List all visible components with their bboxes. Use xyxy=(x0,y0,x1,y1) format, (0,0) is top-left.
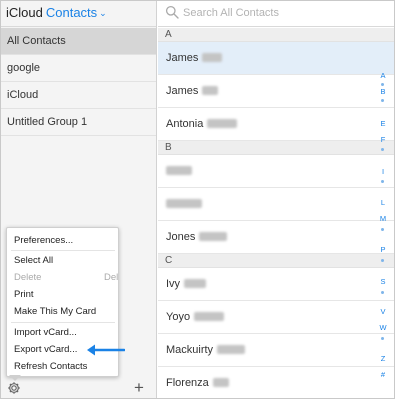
index-dot[interactable] xyxy=(381,148,384,151)
redacted-surname xyxy=(202,85,219,95)
contact-first-name: James xyxy=(166,85,199,97)
contact-row[interactable]: Mackuirty xyxy=(158,334,394,367)
sidebar-footer xyxy=(1,378,156,398)
index-dot[interactable] xyxy=(381,291,384,294)
index-letter-v[interactable]: V xyxy=(376,307,390,316)
menu-delete[interactable]: Delete Del xyxy=(14,271,118,284)
index-letter-f[interactable]: F xyxy=(376,135,390,144)
index-dot[interactable] xyxy=(381,83,384,86)
redacted-surname xyxy=(202,52,223,62)
contact-row[interactable]: Yoyo xyxy=(158,301,394,334)
redacted-surname xyxy=(217,344,246,354)
search-bar xyxy=(158,1,394,27)
redacted-surname xyxy=(194,311,225,321)
menu-divider xyxy=(11,322,115,323)
menu-preferences[interactable]: Preferences... xyxy=(14,234,73,247)
contact-row[interactable]: Florenza xyxy=(158,367,394,398)
contact-row[interactable]: James xyxy=(158,75,394,108)
menu-delete-shortcut: Del xyxy=(104,272,119,283)
contact-first-name: Florenza xyxy=(166,377,209,389)
index-letter-i[interactable]: I xyxy=(376,167,390,176)
contacts-label: Contacts xyxy=(45,5,98,20)
index-letter-m[interactable]: M xyxy=(376,214,390,223)
contact-row[interactable]: James xyxy=(158,42,394,75)
redacted-surname xyxy=(199,231,228,241)
menu-make-my-card[interactable]: Make This My Card xyxy=(14,305,96,318)
index-letter-p[interactable]: P xyxy=(376,245,390,254)
index-letter-s[interactable]: S xyxy=(376,277,390,286)
group-google[interactable]: google xyxy=(1,55,156,82)
group-all-contacts[interactable]: All Contacts xyxy=(1,28,156,55)
arrow-annotation-icon xyxy=(87,344,125,356)
redacted-surname xyxy=(207,118,238,128)
contact-row[interactable]: Antonia xyxy=(158,108,394,141)
index-letter-z[interactable]: Z xyxy=(376,354,390,363)
chevron-down-icon[interactable]: ⌄ xyxy=(99,8,107,18)
menu-print[interactable]: Print xyxy=(14,288,34,301)
sidebar-header: iCloud Contacts ⌄ xyxy=(1,1,156,27)
add-contact-button[interactable]: + xyxy=(134,379,144,396)
menu-select-all[interactable]: Select All xyxy=(14,254,53,267)
index-letter-hash[interactable]: # xyxy=(376,370,390,379)
group-list: All Contacts google iCloud Untitled Grou… xyxy=(1,28,156,136)
section-header-c: C xyxy=(158,254,394,268)
index-letter-w[interactable]: W xyxy=(376,323,390,332)
contact-list-pane: A James James Antonia B Jones C Ivy Yoyo xyxy=(158,1,394,398)
index-letter-b[interactable]: B xyxy=(376,87,390,96)
search-input[interactable] xyxy=(183,5,383,21)
contact-row[interactable] xyxy=(158,155,394,188)
index-dot[interactable] xyxy=(381,228,384,231)
section-header-b: B xyxy=(158,141,394,155)
menu-caret xyxy=(9,375,21,381)
group-icloud[interactable]: iCloud xyxy=(1,82,156,109)
contact-first-name: Ivy xyxy=(166,278,181,290)
menu-export-vcard[interactable]: Export vCard... xyxy=(14,343,77,356)
search-icon xyxy=(165,5,179,19)
menu-divider xyxy=(11,250,115,251)
icloud-label: iCloud xyxy=(6,5,43,20)
contact-first-name: Mackuirty xyxy=(166,344,214,356)
menu-refresh-contacts[interactable]: Refresh Contacts xyxy=(14,360,87,373)
contact-first-name: Antonia xyxy=(166,118,204,130)
menu-import-vcard[interactable]: Import vCard... xyxy=(14,326,77,339)
contact-first-name: Yoyo xyxy=(166,311,191,323)
contact-first-name: Jones xyxy=(166,231,196,243)
contact-row[interactable]: Ivy xyxy=(158,268,394,301)
section-header-a: A xyxy=(158,28,394,42)
group-untitled-1[interactable]: Untitled Group 1 xyxy=(1,109,156,136)
gear-icon[interactable] xyxy=(7,381,21,395)
contact-row[interactable]: Jones xyxy=(158,221,394,254)
menu-delete-label: Delete xyxy=(14,272,42,283)
index-dot[interactable] xyxy=(381,259,384,262)
index-letter-a[interactable]: A xyxy=(376,71,390,80)
app-switcher[interactable]: iCloud Contacts ⌄ xyxy=(6,5,107,20)
contact-first-name: James xyxy=(166,52,199,64)
redacted-surname xyxy=(184,278,207,288)
contacts-app-window: iCloud Contacts ⌄ All Contacts google iClo… xyxy=(0,0,395,399)
index-dot[interactable] xyxy=(381,337,384,340)
index-letter-l[interactable]: L xyxy=(376,198,390,207)
redacted-surname xyxy=(212,377,229,387)
redacted-name xyxy=(166,198,202,208)
contact-row[interactable] xyxy=(158,188,394,221)
index-letter-e[interactable]: E xyxy=(376,119,390,128)
redacted-name xyxy=(166,165,192,175)
index-dot[interactable] xyxy=(381,180,384,183)
index-dot[interactable] xyxy=(381,99,384,102)
